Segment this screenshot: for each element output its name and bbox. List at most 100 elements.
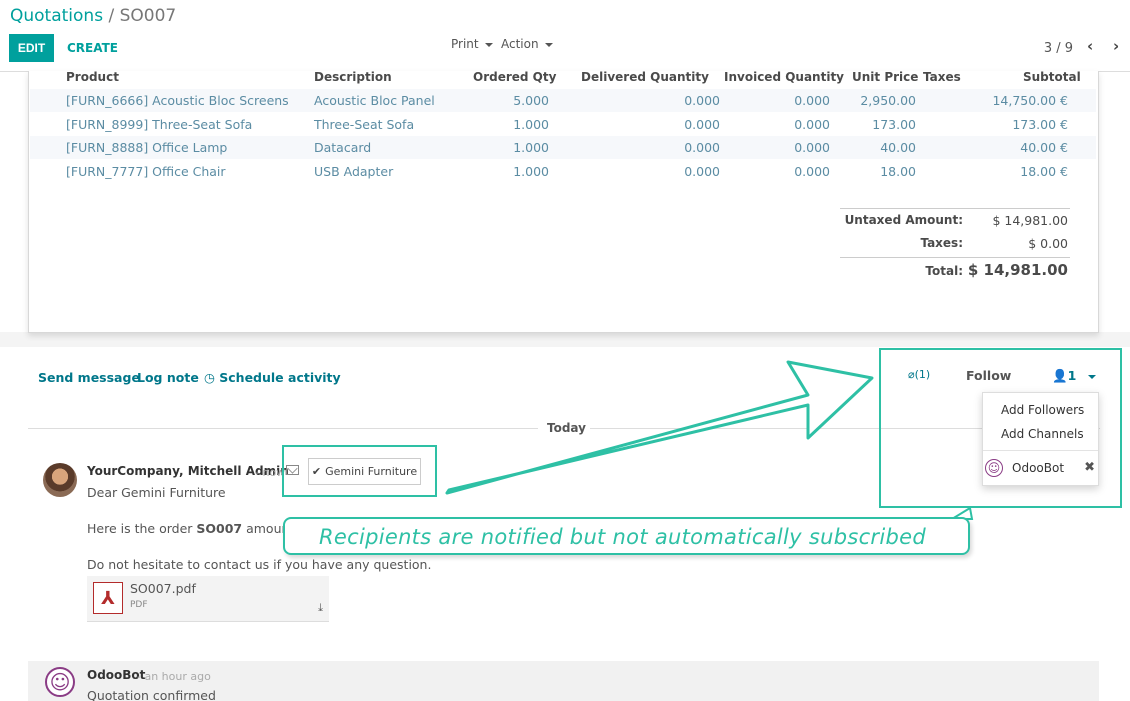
send-message-button[interactable]: Send message: [38, 370, 140, 385]
action-dropdown[interactable]: Action: [501, 37, 553, 51]
column-header-taxes[interactable]: Taxes: [923, 70, 961, 84]
table-row[interactable]: [FURN_8999] Three-Seat Sofa Three-Seat So…: [30, 113, 1096, 136]
create-button[interactable]: CREATE: [67, 41, 118, 55]
cell-subtotal: 14,750.00 €: [992, 93, 1068, 108]
cell-subtotal: 40.00 €: [1020, 140, 1068, 155]
cell-description: Three-Seat Sofa: [314, 116, 415, 132]
action-label: Action: [501, 37, 539, 51]
cell-unit-price: 18.00: [880, 163, 916, 179]
recipient-name: Gemini Furniture: [325, 465, 418, 478]
cell-invoiced-qty: 0.000: [794, 93, 830, 108]
cell-delivered-qty: 0.000: [684, 93, 720, 108]
cell-ordered-qty: 1.000: [513, 116, 549, 132]
user-icon: 👤: [1052, 368, 1068, 383]
print-dropdown[interactable]: Print: [451, 37, 493, 51]
totals-divider-top: [840, 208, 1070, 209]
followers-button[interactable]: 👤1: [1052, 368, 1097, 384]
schedule-activity-button[interactable]: ◷ Schedule activity: [204, 370, 341, 385]
taxes-label: Taxes:: [920, 236, 963, 250]
envelope-icon[interactable]: [286, 465, 299, 475]
log-note-button[interactable]: Log note: [137, 370, 199, 385]
message-body: Quotation confirmed: [87, 688, 216, 701]
message-time: - an hour ago: [137, 670, 211, 683]
edit-button[interactable]: EDIT: [9, 34, 54, 62]
cell-delivered-qty: 0.000: [684, 116, 720, 132]
message-time: - now: [255, 466, 286, 479]
column-header-ordered-qty[interactable]: Ordered Qty: [473, 70, 556, 84]
followers-count: 1: [1067, 368, 1077, 383]
close-icon[interactable]: ✖: [1084, 460, 1095, 475]
clock-icon: ◷: [204, 370, 220, 385]
untaxed-value: $ 14,981.00: [992, 213, 1068, 228]
schedule-activity-label: Schedule activity: [219, 370, 341, 385]
chevron-right-icon[interactable]: ›: [1113, 37, 1119, 55]
add-followers-item[interactable]: Add Followers: [1001, 403, 1084, 417]
chevron-down-icon: [484, 42, 493, 47]
dropdown-divider: [983, 450, 1098, 451]
table-row[interactable]: [FURN_6666] Acoustic Bloc Screens Acousti…: [30, 89, 1096, 112]
taxes-value: $ 0.00: [1028, 236, 1068, 251]
cell-description: Acoustic Bloc Panel: [314, 93, 435, 108]
cell-invoiced-qty: 0.000: [794, 140, 830, 155]
recipient-tag[interactable]: ✔ Gemini Furniture: [308, 458, 421, 485]
follow-button[interactable]: Follow: [966, 368, 1011, 383]
cell-invoiced-qty: 0.000: [794, 163, 830, 179]
cell-invoiced-qty: 0.000: [794, 116, 830, 132]
attachments-button[interactable]: ⌀(1): [908, 368, 930, 381]
pager-value[interactable]: 3 / 9: [1044, 41, 1073, 56]
cell-unit-price: 2,950.00: [860, 93, 916, 108]
message-closing: Do not hesitate to contact us if you hav…: [87, 557, 432, 572]
cell-subtotal: 173.00 €: [1012, 116, 1068, 132]
today-separator: Today: [547, 421, 586, 435]
breadcrumb-current: SO007: [119, 6, 177, 26]
attachment-card[interactable]: ⅄ SO007.pdf PDF ⤓: [87, 576, 329, 622]
cell-product: [FURN_6666] Acoustic Bloc Screens: [66, 93, 289, 108]
chevron-down-icon: [544, 42, 553, 47]
breadcrumb-separator: /: [108, 6, 115, 26]
message-body-order: SO007: [196, 521, 243, 536]
total-label: Total:: [925, 264, 963, 278]
column-header-description[interactable]: Description: [314, 70, 392, 84]
cell-delivered-qty: 0.000: [684, 140, 720, 155]
attachment-name: SO007.pdf: [130, 581, 196, 596]
column-header-delivered[interactable]: Delivered Quantity: [581, 70, 709, 84]
cell-ordered-qty: 1.000: [513, 163, 549, 179]
table-row[interactable]: [FURN_8888] Office Lamp Datacard 1.000 0.00…: [30, 136, 1096, 159]
cell-product: [FURN_7777] Office Chair: [66, 163, 226, 179]
column-header-product[interactable]: Product: [66, 70, 119, 84]
message-body: Here is the order SO007 amounting: [87, 521, 314, 536]
follower-name[interactable]: OdooBot: [1012, 461, 1064, 475]
odoobot-avatar: ☺: [985, 459, 1003, 477]
followers-dropdown: Add Followers Add Channels ☺ OdooBot ✖: [982, 392, 1099, 486]
column-header-unit-price[interactable]: Unit Price: [852, 70, 918, 84]
untaxed-label: Untaxed Amount:: [844, 213, 963, 227]
breadcrumb-quotations[interactable]: Quotations: [10, 6, 103, 26]
odoobot-avatar[interactable]: ☺: [45, 667, 75, 697]
pdf-icon: ⅄: [93, 582, 123, 614]
annotation-text: Recipients are notified but not automati…: [319, 525, 926, 549]
table-row[interactable]: [FURN_7777] Office Chair USB Adapter 1.000…: [30, 160, 1096, 183]
cell-product: [FURN_8999] Three-Seat Sofa: [66, 116, 253, 132]
paperclip-icon: ⌀: [908, 368, 915, 381]
cell-ordered-qty: 5.000: [513, 93, 549, 108]
cell-subtotal: 18.00 €: [1020, 163, 1068, 179]
column-header-invoiced[interactable]: Invoiced Quantity: [724, 70, 844, 84]
sheet-background: [0, 332, 1130, 347]
chevron-left-icon[interactable]: ‹: [1087, 37, 1093, 55]
add-channels-item[interactable]: Add Channels: [1001, 427, 1084, 441]
attachments-count: (1): [914, 368, 931, 381]
cell-unit-price: 40.00: [880, 140, 916, 155]
download-icon[interactable]: ⤓: [318, 601, 323, 615]
cell-ordered-qty: 1.000: [513, 140, 549, 155]
total-value: $ 14,981.00: [967, 261, 1068, 279]
column-header-subtotal[interactable]: Subtotal: [1023, 70, 1081, 84]
annotation-callout: Recipients are notified but not automati…: [283, 517, 970, 555]
check-icon: ✔: [311, 465, 322, 478]
avatar[interactable]: [43, 463, 77, 497]
cell-description: USB Adapter: [314, 163, 394, 179]
chevron-down-icon: [1088, 374, 1097, 379]
attachment-type: PDF: [130, 600, 148, 610]
cell-product: [FURN_8888] Office Lamp: [66, 140, 228, 155]
message-body-prefix: Here is the order: [87, 521, 197, 536]
cell-unit-price: 173.00: [872, 116, 916, 132]
